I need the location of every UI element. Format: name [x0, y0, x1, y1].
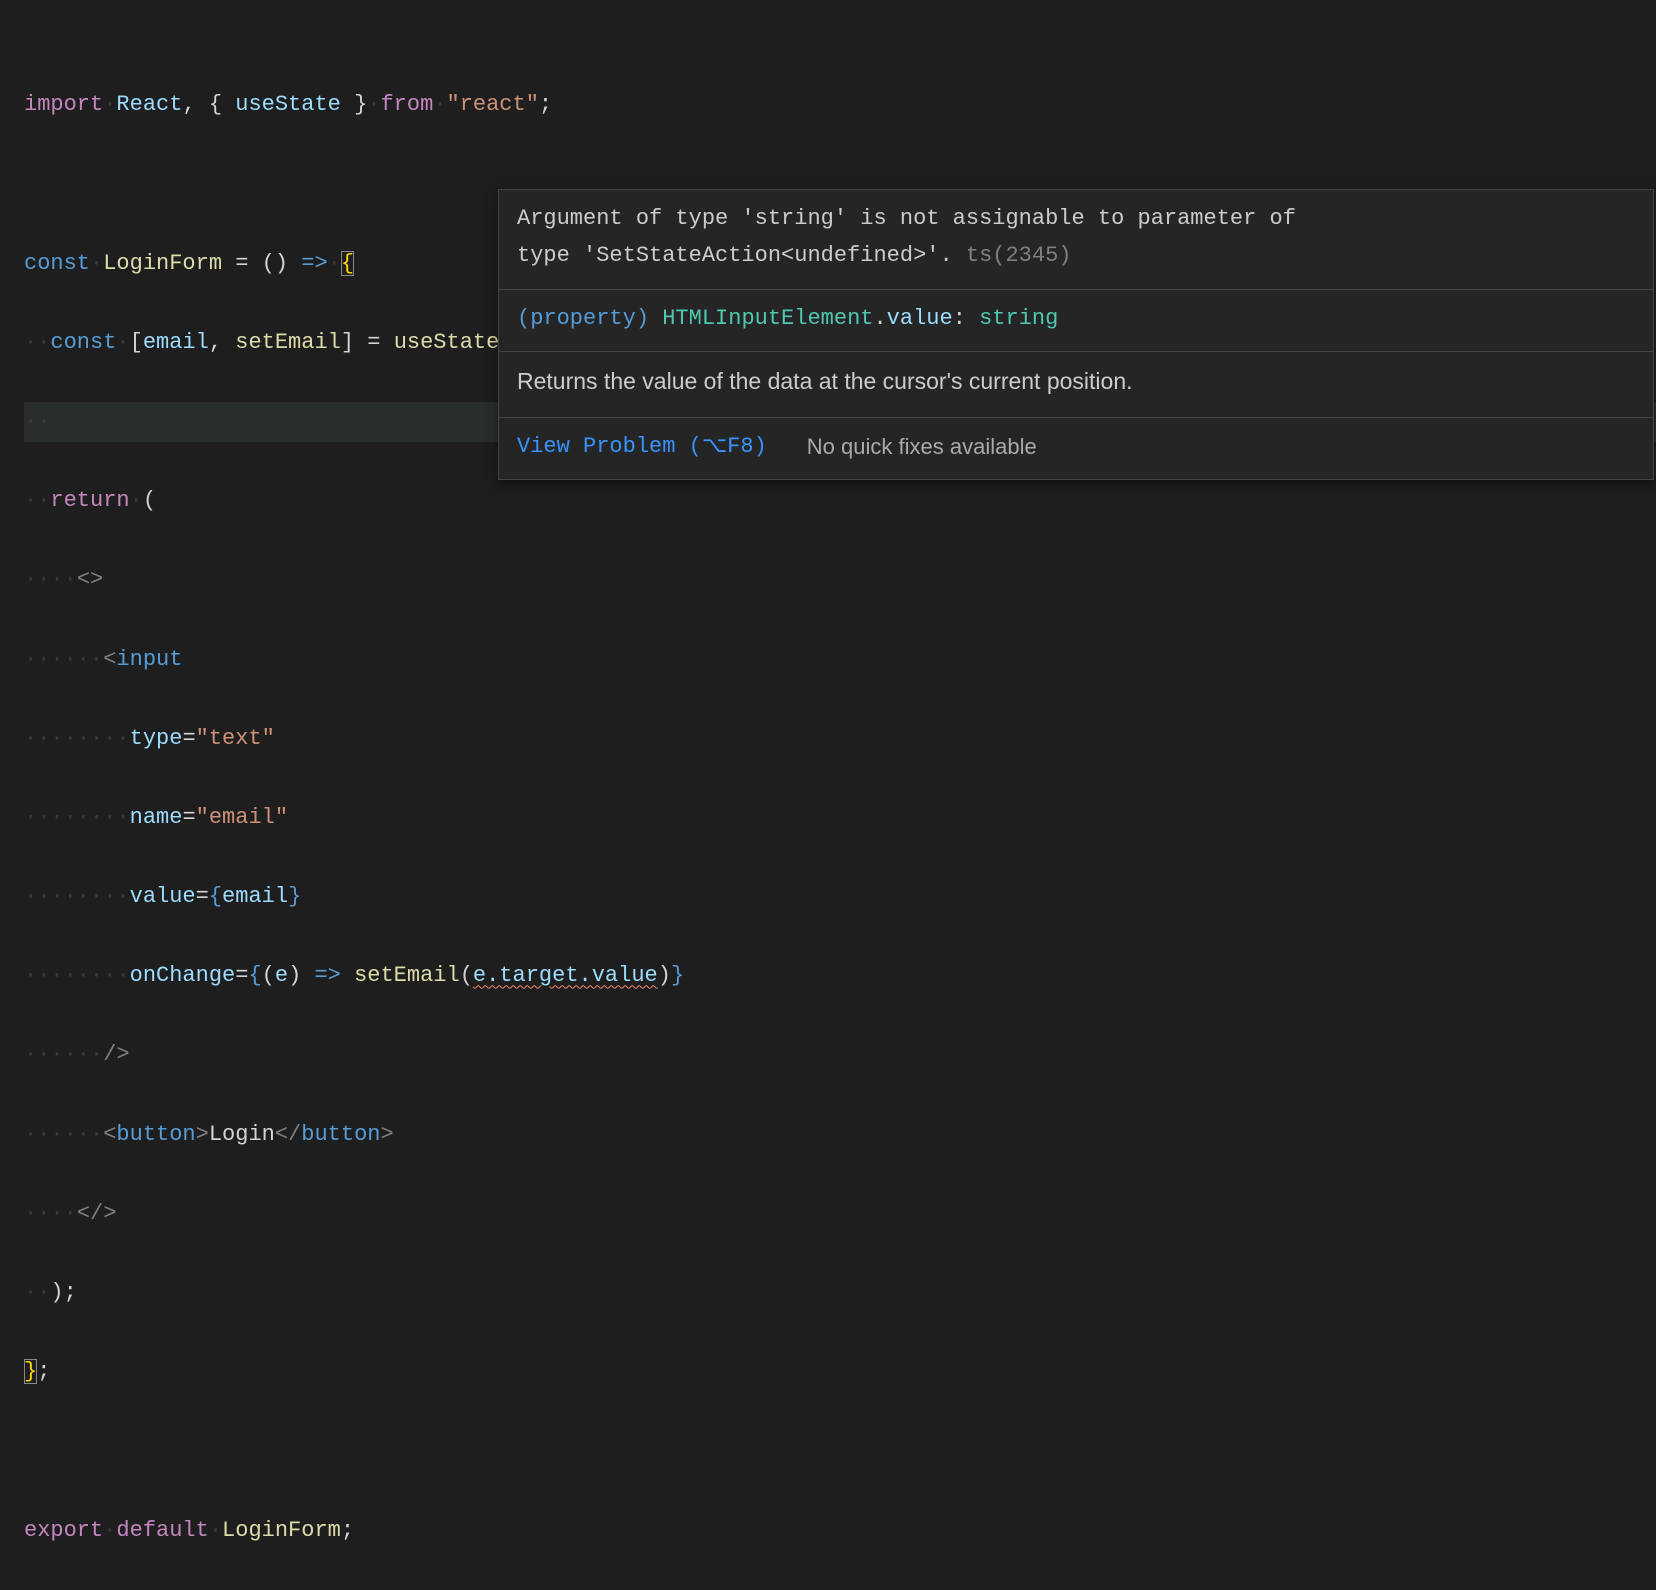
code-line: };	[24, 1352, 1656, 1392]
ident-react: React	[116, 92, 182, 117]
code-line: ······/>	[24, 1035, 1656, 1075]
code-line: ········onChange={(e) => setEmail(e.targ…	[24, 956, 1656, 996]
attr-type: type	[130, 726, 183, 751]
tooltip-description: Returns the value of the data at the cur…	[499, 352, 1653, 417]
fragment-close: </>	[77, 1201, 117, 1226]
keyword-const: const	[24, 251, 90, 276]
keyword-default: default	[116, 1518, 208, 1543]
code-line: ····</>	[24, 1194, 1656, 1234]
ident-usestate: useState	[235, 92, 341, 117]
code-line: ······<input	[24, 640, 1656, 680]
keyword-export: export	[24, 1518, 103, 1543]
ts-error-code: ts(2345)	[966, 243, 1072, 268]
var-email: email	[143, 330, 209, 355]
attr-onchange: onChange	[130, 963, 236, 988]
code-line: ······<button>Login</button>	[24, 1115, 1656, 1155]
component-name: LoginForm	[103, 251, 222, 276]
tag-button: button	[116, 1122, 195, 1147]
no-quickfix-label: No quick fixes available	[807, 428, 1037, 465]
code-line: ········type="text"	[24, 719, 1656, 759]
keyword-from: from	[380, 92, 433, 117]
view-problem-link[interactable]: View Problem (⌥F8)	[517, 428, 767, 465]
code-line: export·default·LoginForm;	[24, 1511, 1656, 1551]
attr-value: value	[130, 884, 196, 909]
code-line: import·React, { useState }·from·"react";	[24, 85, 1656, 125]
close-brace: }	[24, 1359, 37, 1384]
tooltip-actions: View Problem (⌥F8) No quick fixes availa…	[499, 418, 1653, 479]
code-line: ········value={email}	[24, 877, 1656, 917]
tag-self-close: />	[103, 1042, 129, 1067]
fn-setemail: setEmail	[235, 330, 341, 355]
attr-name: name	[130, 805, 183, 830]
open-brace: {	[341, 251, 354, 276]
hover-tooltip[interactable]: Argument of type 'string' is not assigna…	[498, 189, 1654, 480]
keyword-import: import	[24, 92, 103, 117]
keyword-return: return	[50, 488, 129, 513]
code-line: ··return·(	[24, 481, 1656, 521]
tooltip-error-message: Argument of type 'string' is not assigna…	[499, 190, 1653, 290]
button-text: Login	[209, 1122, 275, 1147]
code-line	[24, 1431, 1656, 1471]
fn-usestate: useState	[394, 330, 500, 355]
tooltip-signature: (property) HTMLInputElement.value: strin…	[499, 290, 1653, 352]
string-module: "react"	[447, 92, 539, 117]
code-line: ··);	[24, 1273, 1656, 1313]
fragment-open: <>	[77, 567, 103, 592]
error-span[interactable]: e.target.value	[473, 963, 658, 988]
tag-input: input	[116, 647, 182, 672]
code-line: ········name="email"	[24, 798, 1656, 838]
code-line: ····<>	[24, 560, 1656, 600]
